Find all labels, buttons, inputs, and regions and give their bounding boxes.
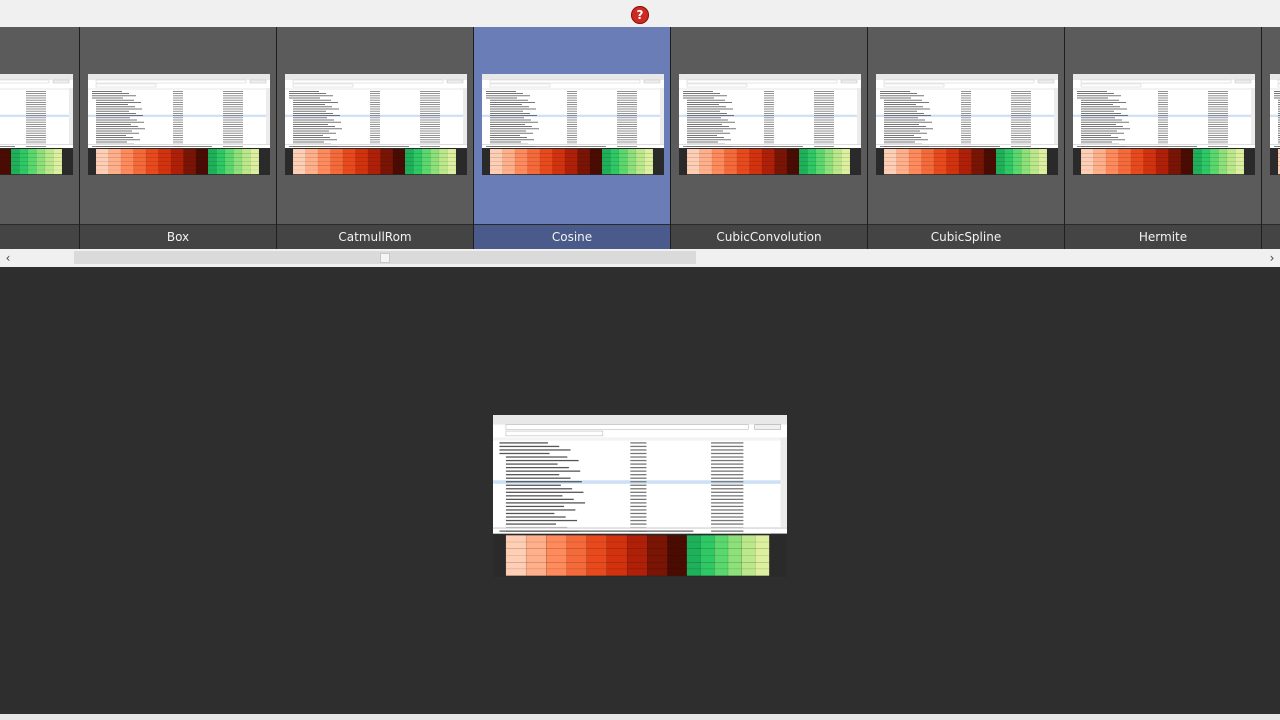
filter-thumb-partial-7[interactable] — [1262, 27, 1280, 249]
filter-label: CubicConvolution — [671, 225, 867, 249]
filter-thumb-cubicspline[interactable]: CubicSpline — [868, 27, 1064, 249]
filter-preview-image — [0, 74, 73, 175]
filter-label — [0, 225, 79, 249]
filter-label: Hermite — [1065, 225, 1261, 249]
filter-preview-image — [285, 74, 467, 175]
image-viewer — [0, 277, 1280, 714]
filter-thumb-hermite[interactable]: Hermite — [1065, 27, 1261, 249]
filter-thumb-partial-0[interactable] — [0, 27, 79, 249]
filter-label — [1262, 225, 1280, 249]
filter-preview-image — [1270, 74, 1280, 175]
status-strip — [0, 714, 1280, 720]
filter-thumb-cosine[interactable]: Cosine — [474, 27, 670, 249]
filter-preview-image — [876, 74, 1058, 175]
filter-thumbnail-strip: Box CatmullRom Cosine CubicConvolution Cubic… — [0, 27, 1280, 249]
filter-thumb-catmullrom[interactable]: CatmullRom — [277, 27, 473, 249]
filter-thumb-box[interactable]: Box — [80, 27, 276, 249]
filter-preview-image — [88, 74, 270, 175]
horizontal-scrollbar[interactable]: ‹ › — [0, 249, 1280, 267]
filter-label: Cosine — [474, 225, 670, 249]
help-icon[interactable]: ? — [631, 6, 649, 24]
chevron-left-icon[interactable]: ‹ — [0, 249, 16, 267]
filter-thumb-cubicconvolution[interactable]: CubicConvolution — [671, 27, 867, 249]
filter-label: CatmullRom — [277, 225, 473, 249]
filter-label: Box — [80, 225, 276, 249]
scrollbar-thumb[interactable] — [74, 251, 696, 264]
filter-preview-image — [679, 74, 861, 175]
filter-preview-image — [1073, 74, 1255, 175]
scrollbar-grip[interactable] — [380, 253, 390, 263]
filter-preview-image — [482, 74, 664, 175]
top-toolbar: ? — [0, 0, 1280, 27]
filter-label: CubicSpline — [868, 225, 1064, 249]
chevron-right-icon[interactable]: › — [1264, 249, 1280, 267]
preview-image — [493, 415, 787, 577]
